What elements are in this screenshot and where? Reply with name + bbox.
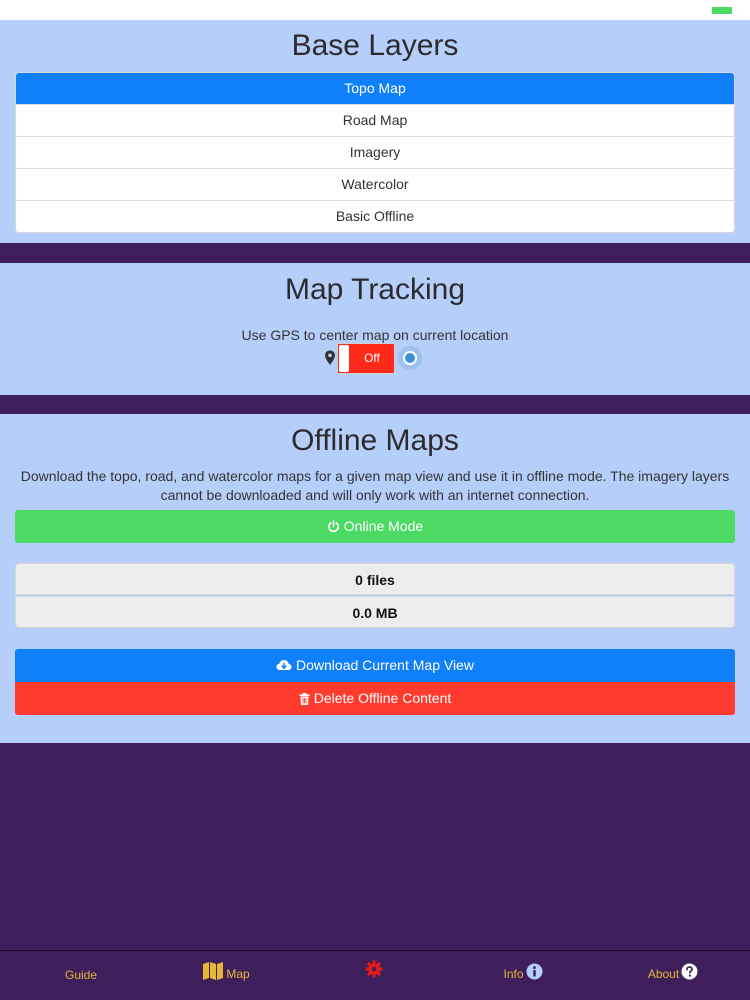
location-dot-button[interactable] [398, 346, 422, 370]
layer-item-topo-map[interactable]: Topo Map [16, 73, 734, 104]
tab-map[interactable]: Map [152, 951, 302, 1000]
tab-about-label: About [647, 967, 680, 981]
layer-item-imagery[interactable]: Imagery [16, 136, 734, 168]
offline-maps-description: Download the topo, road, and watercolor … [20, 468, 730, 503]
tab-settings[interactable] [299, 951, 449, 1000]
online-mode-label: Online Mode [343, 518, 424, 534]
offline-maps-title: Offline Maps [291, 424, 459, 457]
base-layers-title: Base Layers [291, 29, 459, 62]
download-map-view-button[interactable]: Download Current Map View [15, 649, 735, 682]
online-mode-button[interactable]: Online Mode [15, 510, 735, 543]
tab-guide[interactable]: Guide [6, 951, 156, 1000]
base-layers-panel: Base Layers Topo Map Road Map Imagery Wa… [0, 20, 750, 243]
delete-offline-content-button[interactable]: Delete Offline Content [15, 682, 735, 715]
tab-about[interactable]: About [597, 951, 747, 1000]
info-icon [526, 963, 542, 979]
files-count: 0 files [15, 563, 735, 595]
tab-map-label: Map [226, 967, 250, 981]
tab-bar: Guide Map Info About [0, 950, 750, 1000]
offline-maps-panel: Offline Maps Download the topo, road, an… [0, 414, 750, 743]
tab-guide-label: Guide [64, 968, 98, 982]
tracking-toggle-row: Off [0, 343, 750, 375]
tab-info[interactable]: Info [447, 951, 597, 1000]
battery-icon [712, 7, 732, 14]
layer-item-basic-offline[interactable]: Basic Offline [16, 200, 734, 232]
cloud-download-icon [276, 660, 292, 670]
toggle-knob [339, 345, 349, 372]
base-layer-list: Topo Map Road Map Imagery Watercolor Bas… [15, 72, 735, 233]
power-icon [327, 520, 339, 533]
toggle-label: Off [364, 351, 380, 365]
map-tracking-title: Map Tracking [284, 273, 466, 306]
trash-icon [299, 693, 310, 705]
help-icon [681, 963, 698, 979]
layer-item-road-map[interactable]: Road Map [16, 104, 734, 136]
map-tracking-description: Use GPS to center map on current locatio… [241, 327, 509, 343]
download-label: Download Current Map View [296, 657, 474, 673]
status-bar [0, 0, 750, 20]
storage-size: 0.0 MB [15, 596, 735, 628]
gear-icon [365, 960, 383, 978]
map-tracking-panel: Map Tracking Use GPS to center map on cu… [0, 263, 750, 395]
gps-tracking-toggle[interactable]: Off [337, 343, 395, 374]
delete-label: Delete Offline Content [313, 690, 452, 706]
tab-info-label: Info [503, 967, 524, 981]
map-icon [203, 962, 224, 980]
layer-item-watercolor[interactable]: Watercolor [16, 168, 734, 200]
map-pin-icon [325, 350, 335, 365]
